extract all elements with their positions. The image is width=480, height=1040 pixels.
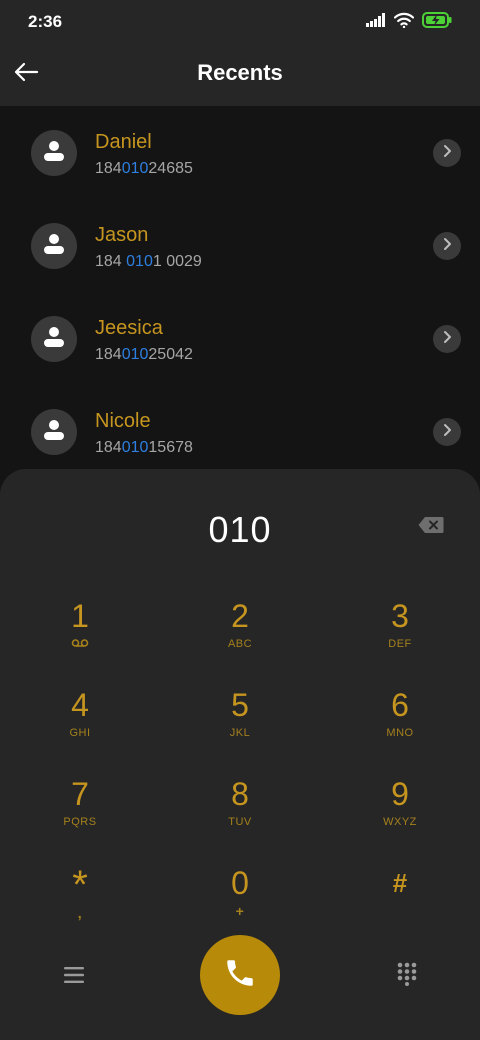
key-2[interactable]: 2 ABC xyxy=(180,598,300,678)
person-icon xyxy=(43,233,65,260)
key-hash[interactable]: # xyxy=(340,865,460,945)
wifi-icon xyxy=(393,12,415,33)
contact-name: Jason xyxy=(95,224,149,246)
person-icon xyxy=(43,326,65,353)
key-digit: 8 xyxy=(231,776,249,812)
key-digit: # xyxy=(392,868,408,898)
contact-name: Jeesica xyxy=(95,317,163,339)
key-letters: DEF xyxy=(388,638,412,650)
key-digit: 1 xyxy=(71,598,89,634)
avatar xyxy=(31,409,77,455)
avatar xyxy=(31,223,77,269)
key-4[interactable]: 4 GHI xyxy=(20,687,140,767)
menu-button[interactable] xyxy=(56,963,92,991)
dialpad-icon xyxy=(397,962,417,991)
key-letters: ABC xyxy=(227,638,253,650)
status-bar: 2:36 xyxy=(0,0,480,44)
key-letters: WXYZ xyxy=(383,816,417,828)
contact-number: 18401024685 xyxy=(95,160,193,177)
key-0[interactable]: 0 + xyxy=(180,865,300,945)
status-time: 2:36 xyxy=(28,12,63,31)
contact-details-button[interactable] xyxy=(433,418,461,446)
key-digit: 2 xyxy=(231,598,249,634)
key-letters: PQRS xyxy=(63,816,97,828)
key-letters: JKL xyxy=(229,727,251,739)
recents-list: Daniel 18401024685 Jason 184 0101 0029 J… xyxy=(0,106,480,486)
contact-number: 18401025042 xyxy=(95,346,193,363)
recent-item-daniel[interactable]: Daniel 18401024685 xyxy=(0,106,480,199)
chevron-right-icon xyxy=(441,237,453,256)
battery-charging-icon xyxy=(422,12,452,33)
person-icon xyxy=(43,419,65,446)
contact-details-button[interactable] xyxy=(433,139,461,167)
menu-icon xyxy=(64,966,84,989)
contact-name: Daniel xyxy=(95,131,152,153)
key-digit: 9 xyxy=(391,776,409,812)
key-letters: MNO xyxy=(386,727,414,739)
key-star[interactable]: * , xyxy=(20,865,140,945)
key-8[interactable]: 8 TUV xyxy=(180,776,300,856)
recent-item-nicole[interactable]: Nicole 18401015678 xyxy=(0,385,480,478)
contact-details-button[interactable] xyxy=(433,325,461,353)
voicemail-icon xyxy=(71,638,89,652)
call-button[interactable] xyxy=(200,935,280,1015)
app-bar: Recents xyxy=(0,44,480,106)
dial-input[interactable]: 010 xyxy=(0,509,480,551)
key-digit: 0 xyxy=(231,865,249,901)
contact-details-button[interactable] xyxy=(433,232,461,260)
key-3[interactable]: 3 DEF xyxy=(340,598,460,678)
contact-name: Nicole xyxy=(95,410,151,432)
backspace-icon xyxy=(418,516,444,539)
key-digit: * xyxy=(72,863,88,907)
key-digit: 4 xyxy=(71,687,89,723)
key-digit: 3 xyxy=(391,598,409,634)
contact-number: 184 0101 0029 xyxy=(95,253,202,270)
key-letters: + xyxy=(235,903,245,919)
backspace-button[interactable] xyxy=(414,515,448,539)
page-title: Recents xyxy=(197,60,283,85)
key-7[interactable]: 7 PQRS xyxy=(20,776,140,856)
key-digit: 5 xyxy=(231,687,249,723)
avatar xyxy=(31,316,77,362)
person-icon xyxy=(43,140,65,167)
key-digit: 7 xyxy=(71,776,89,812)
key-letters: TUV xyxy=(228,816,252,828)
recent-item-jason[interactable]: Jason 184 0101 0029 xyxy=(0,199,480,292)
contact-number: 18401015678 xyxy=(95,439,193,456)
key-6[interactable]: 6 MNO xyxy=(340,687,460,767)
status-icons xyxy=(366,12,452,33)
signal-icon xyxy=(366,13,386,32)
dialer-panel: 010 1 2 ABC 3 DEF 4 GHI 5 JKL 6 MNO 7 PQ… xyxy=(0,469,480,1040)
dialpad-toggle-button[interactable] xyxy=(390,959,424,993)
dialer-action-bar xyxy=(0,935,480,1035)
key-letters: , xyxy=(77,905,83,921)
key-letters: GHI xyxy=(69,727,91,739)
phone-icon xyxy=(223,956,257,995)
key-1[interactable]: 1 xyxy=(20,598,140,678)
chevron-right-icon xyxy=(441,330,453,349)
avatar xyxy=(31,130,77,176)
chevron-right-icon xyxy=(441,144,453,163)
key-digit: 6 xyxy=(391,687,409,723)
chevron-right-icon xyxy=(441,423,453,442)
key-9[interactable]: 9 WXYZ xyxy=(340,776,460,856)
recent-item-jeesica[interactable]: Jeesica 18401025042 xyxy=(0,292,480,385)
key-5[interactable]: 5 JKL xyxy=(180,687,300,767)
